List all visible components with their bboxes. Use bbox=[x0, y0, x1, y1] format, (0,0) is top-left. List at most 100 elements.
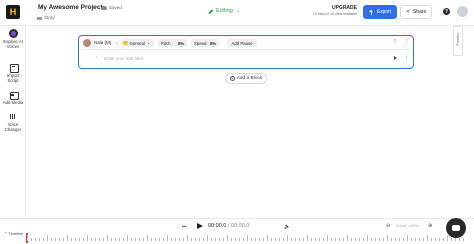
skip-back-icon[interactable]: ⏮ bbox=[182, 224, 187, 230]
chevron-down-icon[interactable]: ⌄ bbox=[115, 40, 118, 45]
mode-dropdown[interactable]: Editing ⌄ bbox=[208, 8, 240, 14]
ruler-tick bbox=[215, 238, 216, 241]
play-button[interactable] bbox=[196, 223, 203, 230]
pitch-label: Pitch bbox=[161, 40, 171, 46]
sidebar: Explore AI Voices Import Script Add Medi… bbox=[0, 26, 26, 216]
volume-icon[interactable]: 🔈 bbox=[284, 224, 290, 230]
ruler-tick bbox=[283, 238, 284, 241]
sidebar-item-import-script[interactable]: Import Script bbox=[0, 63, 26, 84]
ruler-tick bbox=[259, 238, 260, 241]
ruler-tick bbox=[59, 238, 60, 241]
ruler-tick bbox=[419, 238, 420, 241]
ruler-tick bbox=[139, 238, 140, 241]
project-title[interactable]: My Awesome Project bbox=[38, 4, 103, 11]
app-logo[interactable]: H bbox=[6, 5, 20, 19]
ruler-tick bbox=[307, 235, 308, 241]
time-display: 00:00.0 / 00:00.0 bbox=[208, 223, 250, 229]
voice-block[interactable]: Nala (M) ⌄ General ⌄ Pitch 0% Speed 0% A… bbox=[78, 35, 414, 69]
ruler-tick bbox=[71, 238, 72, 241]
ruler-tick bbox=[39, 238, 40, 241]
ruler-tick bbox=[187, 235, 188, 241]
sidebar-item-label: Changer bbox=[4, 126, 22, 132]
ruler-tick bbox=[143, 238, 144, 241]
ruler-tick bbox=[235, 238, 236, 241]
ruler-tick bbox=[159, 238, 160, 241]
play-icon[interactable] bbox=[394, 56, 397, 60]
add-block-button[interactable]: + Add a Block bbox=[225, 73, 267, 84]
ruler-tick bbox=[203, 238, 204, 241]
sidebar-item-explore-voices[interactable]: Explore AI Voices bbox=[0, 29, 26, 50]
ruler-tick bbox=[423, 238, 424, 241]
ruler-tick bbox=[463, 238, 464, 241]
ruler-tick bbox=[255, 238, 256, 241]
plus-icon: + bbox=[229, 75, 235, 81]
ruler-tick bbox=[367, 235, 368, 241]
ruler-tick bbox=[447, 235, 448, 241]
ruler-tick bbox=[55, 238, 56, 241]
chat-support-button[interactable] bbox=[446, 218, 466, 238]
ruler-tick bbox=[63, 238, 64, 241]
share-label: Share bbox=[412, 9, 427, 15]
image-icon bbox=[9, 90, 19, 100]
export-label: Export bbox=[376, 9, 392, 15]
upgrade-info[interactable]: UPGRADE 10 mins of 10 mins available bbox=[306, 5, 357, 16]
style-dropdown[interactable]: General ⌄ bbox=[121, 39, 154, 47]
ruler-tick bbox=[403, 238, 404, 241]
export-button[interactable]: Export bbox=[363, 5, 397, 19]
ruler-tick bbox=[411, 238, 412, 241]
more-options-icon[interactable]: ⋮ bbox=[404, 39, 409, 45]
timeline-toggle[interactable]: ⌃ Timeline bbox=[4, 231, 23, 236]
ruler-tick bbox=[227, 235, 228, 241]
ruler-tick bbox=[123, 238, 124, 241]
speed-value: 0% bbox=[209, 40, 216, 46]
ruler-tick bbox=[115, 238, 116, 241]
voice-name[interactable]: Nala (M) bbox=[94, 40, 111, 45]
upgrade-subtitle: 10 mins of 10 mins available bbox=[312, 12, 357, 16]
ruler-tick bbox=[323, 238, 324, 241]
share-button[interactable]: ⋖ Share bbox=[400, 5, 432, 19]
ai-voices-icon bbox=[8, 29, 18, 38]
ruler-tick bbox=[83, 238, 84, 241]
ruler-tick bbox=[251, 238, 252, 241]
zoom-out-icon[interactable]: ⊖ bbox=[386, 223, 390, 229]
mode-label: Editing bbox=[216, 8, 233, 14]
breadcrumb[interactable]: Story bbox=[37, 15, 55, 20]
ruler-tick bbox=[79, 238, 80, 241]
ruler-tick bbox=[107, 235, 108, 241]
sidebar-item-label: Add Media bbox=[2, 100, 24, 105]
add-block-label: Add a Block bbox=[236, 76, 263, 81]
preview-label: Preview bbox=[456, 33, 460, 46]
ruler-tick bbox=[439, 238, 440, 241]
voice-avatar[interactable] bbox=[83, 39, 91, 47]
ruler-tick bbox=[103, 238, 104, 241]
sidebar-item-voice-changer[interactable]: Voice Changer bbox=[0, 112, 26, 133]
add-pause-button[interactable]: Add Pause bbox=[227, 39, 257, 47]
zoom-in-icon[interactable]: ⊕ bbox=[428, 223, 432, 229]
timeline-label: Timeline bbox=[8, 231, 24, 236]
saved-label: Saved bbox=[109, 5, 122, 10]
avatar[interactable] bbox=[457, 6, 468, 17]
ruler-tick bbox=[319, 238, 320, 241]
ruler-tick bbox=[219, 238, 220, 241]
ruler-tick bbox=[67, 235, 68, 241]
speed-control[interactable]: Speed 0% bbox=[191, 39, 219, 47]
ruler-tick bbox=[335, 238, 336, 241]
pitch-control[interactable]: Pitch 0% bbox=[158, 39, 187, 47]
chevron-down-icon: ⌄ bbox=[235, 8, 241, 14]
drag-handle-icon[interactable]: ⠿ bbox=[393, 39, 397, 45]
timeline-ruler[interactable] bbox=[27, 235, 467, 243]
import-icon bbox=[9, 63, 19, 73]
ruler-tick bbox=[351, 238, 352, 241]
ruler-tick bbox=[363, 238, 364, 241]
ruler-tick bbox=[87, 235, 88, 241]
sidebar-item-add-media[interactable]: Add Media bbox=[0, 90, 26, 106]
text-input[interactable] bbox=[104, 53, 384, 63]
sidebar-item-label: Voices bbox=[6, 43, 20, 49]
help-icon[interactable]: ? bbox=[443, 8, 450, 15]
ruler-tick bbox=[47, 235, 48, 241]
ruler-tick bbox=[347, 235, 348, 241]
preview-panel-tab[interactable]: Preview bbox=[453, 26, 463, 56]
chevron-up-icon: ⌃ bbox=[4, 231, 8, 236]
more-options-icon[interactable]: ⋮ bbox=[404, 54, 409, 60]
ruler-tick bbox=[271, 238, 272, 241]
